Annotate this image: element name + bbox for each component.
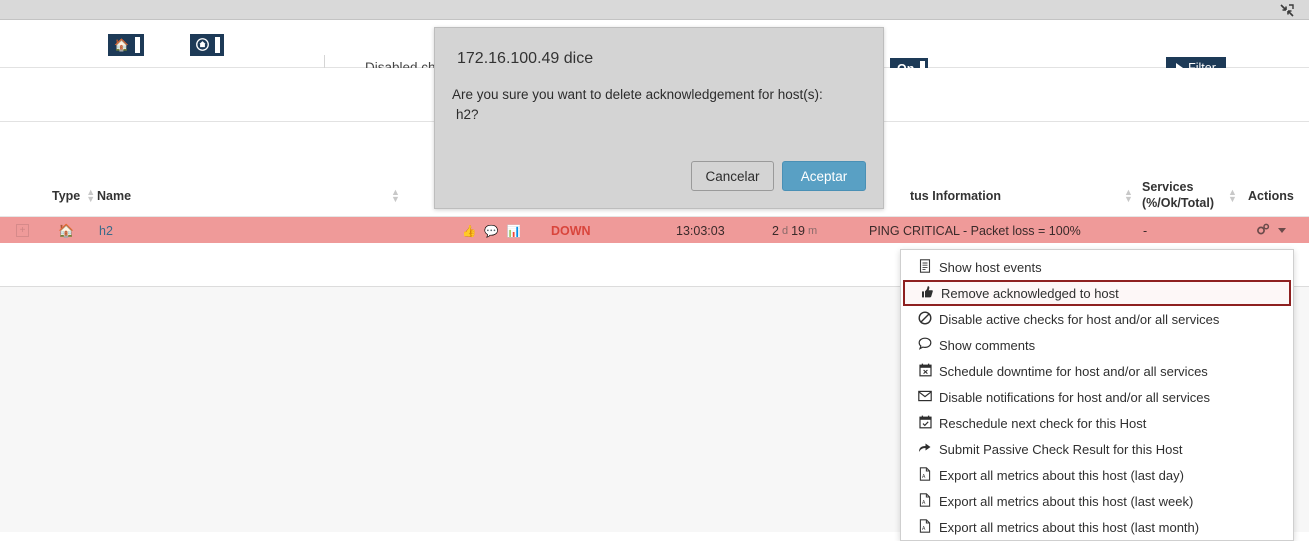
row-expand-toggle[interactable]: + <box>16 217 29 244</box>
row-status-information: PING CRITICAL - Packet loss = 100% <box>869 217 1081 244</box>
column-header-actions: Actions <box>1248 174 1294 217</box>
context-menu-item-label: Remove acknowledged to host <box>941 285 1119 301</box>
plus-icon: + <box>16 224 29 237</box>
context-menu-item[interactable]: A Export all metrics about this host (las… <box>901 488 1293 514</box>
envelope-icon <box>911 390 939 405</box>
comment-icon[interactable]: 💬 <box>484 224 498 238</box>
context-menu-item[interactable]: Show host events <box>901 254 1293 280</box>
row-last-check: 13:03:03 <box>676 217 725 244</box>
dialog-message-line-2: h2? <box>456 106 479 122</box>
home-circle-icon <box>196 37 209 53</box>
column-sublabel: (%/Ok/Total) <box>1142 195 1214 210</box>
context-menu-item[interactable]: Remove acknowledged to host <box>903 280 1291 306</box>
host-actions-context-menu: Show host events Remove acknowledged to h… <box>900 249 1294 541</box>
row-actions-menu-button[interactable] <box>1256 217 1286 244</box>
context-menu-item-label: Show host events <box>939 259 1042 275</box>
home-circle-button[interactable] <box>190 34 224 56</box>
context-menu-item[interactable]: A Export all metrics about this host (las… <box>901 462 1293 488</box>
context-menu-item[interactable]: Submit Passive Check Result for this Hos… <box>901 436 1293 462</box>
duration-days: 2 <box>772 223 779 238</box>
column-header-status-information[interactable]: tus Information <box>910 174 1001 217</box>
row-status: DOWN <box>551 217 591 244</box>
row-duration: 2 d 19 m <box>772 217 817 244</box>
sort-arrows-icon: ▲ ▼ <box>86 186 96 204</box>
context-menu-item-label: Export all metrics about this host (last… <box>939 519 1200 535</box>
pdf-file-icon: A <box>911 466 939 484</box>
home-button[interactable]: 🏠 <box>108 34 144 56</box>
column-header-status-sort[interactable]: ▲ ▼ <box>1118 174 1133 217</box>
cancel-button[interactable]: Cancelar <box>691 161 774 191</box>
column-label: Actions <box>1248 188 1294 203</box>
button-indicator <box>134 37 140 53</box>
gears-icon <box>1256 223 1271 239</box>
column-header-type[interactable]: Type ▲ ▼ <box>52 174 95 217</box>
button-indicator <box>215 37 220 53</box>
context-menu-item[interactable]: Schedule downtime for host and/or all se… <box>901 358 1293 384</box>
context-menu-item-label: Disable notifications for host and/or al… <box>939 389 1210 405</box>
table-row[interactable]: + 🏠 h2 👍 💬 📊 DOWN 13:03:03 2 d 19 m PING… <box>0 217 1309 244</box>
row-flag-icons: 👍 💬 📊 <box>462 217 529 244</box>
row-type-icon: 🏠 <box>58 217 74 244</box>
column-label: Type <box>52 188 81 203</box>
svg-text:A: A <box>922 474 926 480</box>
duration-minutes-unit: m <box>807 224 818 237</box>
thumbs-up-icon[interactable]: 👍 <box>462 224 476 238</box>
services-value: - <box>1143 223 1148 238</box>
column-label: tus Information <box>910 188 1001 203</box>
ban-icon <box>911 310 939 328</box>
window-chrome-strip <box>0 0 1309 20</box>
column-label: Name <box>97 188 132 203</box>
context-menu-item[interactable]: Disable active checks for host and/or al… <box>901 306 1293 332</box>
column-header-name[interactable]: Name <box>97 174 131 217</box>
home-icon: 🏠 <box>58 222 75 238</box>
graph-icon[interactable]: 📊 <box>507 224 521 238</box>
calendar-check-icon <box>911 415 939 432</box>
collapse-arrows-icon[interactable] <box>1279 3 1295 17</box>
calendar-x-icon <box>911 363 939 380</box>
context-menu-item-label: Export all metrics about this host (last… <box>939 467 1184 483</box>
context-menu-item[interactable]: A Export all metrics about this host (las… <box>901 514 1293 540</box>
accept-button[interactable]: Aceptar <box>782 161 866 191</box>
file-text-icon <box>911 258 939 276</box>
svg-text:A: A <box>922 526 926 532</box>
sort-arrows-icon: ▲ ▼ <box>1228 186 1237 204</box>
confirm-dialog: 172.16.100.49 dice Are you sure you want… <box>434 27 884 209</box>
dialog-title: 172.16.100.49 dice <box>457 50 594 67</box>
dialog-message-line-1: Are you sure you want to delete acknowle… <box>452 87 823 102</box>
status-information-text: PING CRITICAL - Packet loss = 100% <box>869 223 1081 238</box>
thumbs-up-icon <box>913 285 941 302</box>
chevron-down-icon <box>1278 228 1286 233</box>
row-host-name[interactable]: h2 <box>99 217 113 244</box>
duration-minutes: 19 <box>791 223 805 238</box>
column-header-services-sort[interactable]: ▲ ▼ <box>1222 174 1237 217</box>
column-header-services[interactable]: Services (%/Ok/Total) <box>1142 174 1214 217</box>
sort-arrows-icon: ▲ ▼ <box>1124 186 1133 204</box>
row-services: - <box>1143 217 1147 244</box>
pdf-file-icon: A <box>911 518 939 536</box>
context-menu-item-label: Schedule downtime for host and/or all se… <box>939 363 1208 379</box>
status-badge: DOWN <box>551 223 591 238</box>
arrow-forward-icon <box>911 442 939 457</box>
context-menu-item-label: Reschedule next check for this Host <box>939 415 1147 431</box>
context-menu-item-label: Show comments <box>939 337 1036 353</box>
dialog-message: Are you sure you want to delete acknowle… <box>452 85 867 124</box>
context-menu-item[interactable]: Disable notifications for host and/or al… <box>901 384 1293 410</box>
context-menu-item[interactable]: Show comments <box>901 332 1293 358</box>
home-icon: 🏠 <box>114 38 129 52</box>
svg-text:A: A <box>922 500 926 506</box>
host-link: h2 <box>99 223 113 238</box>
context-menu-item[interactable]: Reschedule next check for this Host <box>901 410 1293 436</box>
pdf-file-icon: A <box>911 492 939 510</box>
sort-arrows-icon: ▲ ▼ <box>391 186 400 204</box>
comment-icon <box>911 337 939 353</box>
context-menu-item-label: Disable active checks for host and/or al… <box>939 311 1220 327</box>
context-menu-item-label: Export all metrics about this host (last… <box>939 493 1194 509</box>
dialog-buttons: Cancelar Aceptar <box>691 161 866 191</box>
context-menu-item-label: Submit Passive Check Result for this Hos… <box>939 441 1183 457</box>
column-header-name-sort[interactable]: ▲ ▼ <box>385 174 400 217</box>
column-label: Services <box>1142 179 1194 194</box>
last-check-time: 13:03:03 <box>676 223 725 238</box>
duration-days-unit: d <box>781 224 789 237</box>
